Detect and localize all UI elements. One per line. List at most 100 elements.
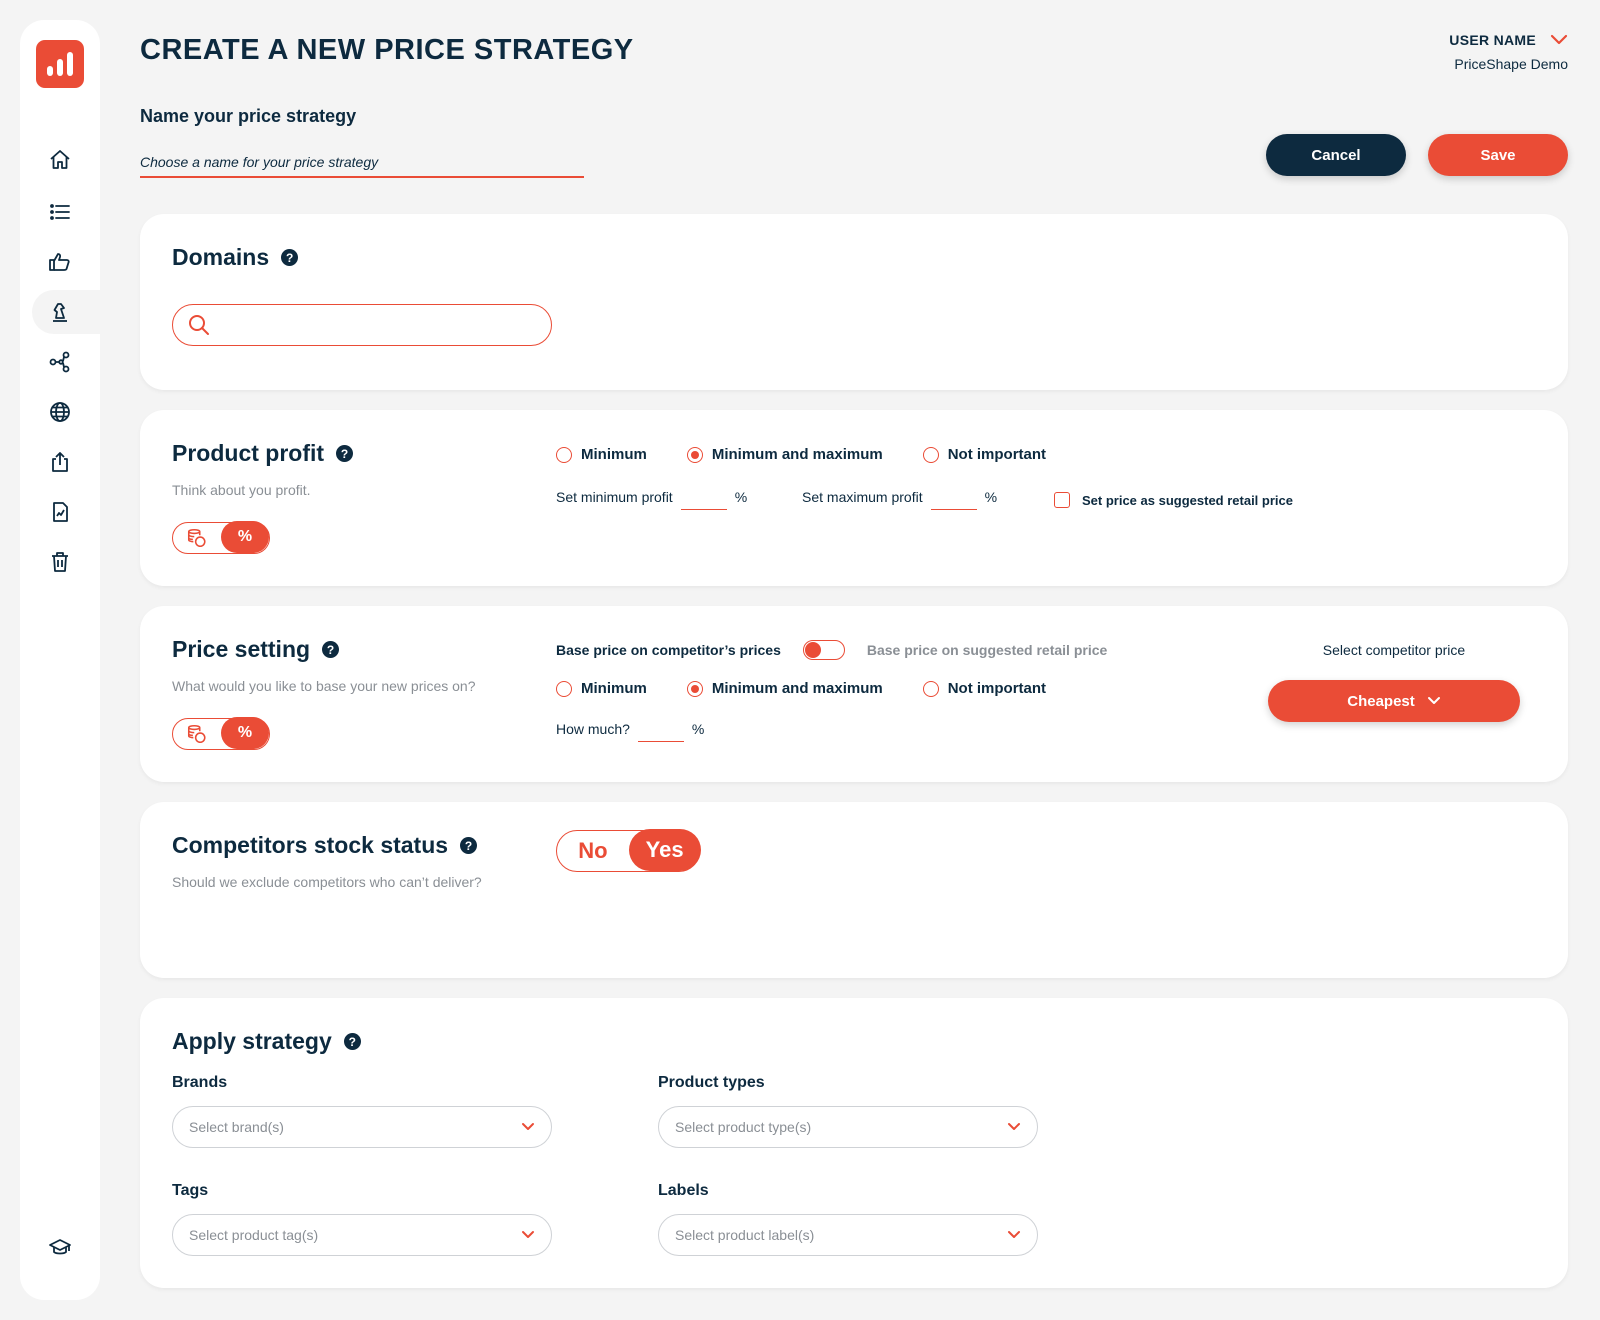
tags-select[interactable]: Select product tag(s) — [172, 1214, 552, 1256]
strategy-name-input[interactable] — [140, 148, 584, 178]
report-icon — [53, 502, 68, 522]
percent-unit[interactable]: % — [221, 717, 269, 750]
stock-subtitle: Should we exclude competitors who can’t … — [172, 874, 482, 890]
radio-not-important[interactable]: Not important — [922, 446, 1046, 463]
base-price-toggle[interactable] — [802, 640, 845, 660]
page-title: CREATE A NEW PRICE STRATEGY — [140, 34, 634, 66]
chevron-down-icon — [1427, 697, 1440, 704]
nav-home[interactable] — [32, 138, 88, 182]
user-company: PriceShape Demo — [1454, 56, 1568, 72]
nav-domains[interactable] — [32, 390, 88, 434]
list-icon — [50, 204, 70, 220]
strategy-name-label: Name your price strategy — [140, 106, 357, 126]
chevron-down-icon — [1008, 1123, 1020, 1130]
labels-label: Labels — [658, 1182, 709, 1199]
domains-card: Domains ? — [140, 214, 1568, 390]
radio-minimum-and-maximum[interactable]: Minimum and maximum — [686, 446, 883, 463]
product-types-label: Product types — [658, 1074, 765, 1091]
competitor-price-value: Cheapest — [1347, 692, 1415, 710]
brands-label: Brands — [172, 1074, 228, 1091]
price-setting-subtitle: What would you like to base your new pri… — [172, 678, 476, 694]
profit-options: Minimum Minimum and maximum Not importan… — [556, 446, 1046, 463]
help-icon[interactable]: ? — [336, 445, 354, 462]
chevron-down-icon — [522, 1231, 534, 1238]
product-types-placeholder: Select product type(s) — [675, 1119, 812, 1135]
labels-select[interactable]: Select product label(s) — [658, 1214, 1038, 1256]
nav-list[interactable] — [32, 190, 88, 234]
stock-no-option[interactable]: No — [557, 838, 629, 864]
min-profit-input[interactable] — [680, 484, 727, 510]
brands-placeholder: Select brand(s) — [189, 1119, 284, 1135]
how-much-field: How much? % — [556, 716, 704, 742]
user-name: USER NAME — [1449, 32, 1536, 48]
srp-checkbox-label: Set price as suggested retail price — [1082, 492, 1293, 508]
radio-minimum-and-maximum[interactable]: Minimum and maximum — [686, 680, 883, 697]
max-profit-field: Set maximum profit % — [802, 484, 997, 510]
min-profit-unit: % — [734, 489, 748, 505]
min-profit-field: Set minimum profit % — [556, 484, 747, 510]
share-nodes-icon — [49, 351, 70, 373]
nav-integrations[interactable] — [32, 340, 88, 384]
cancel-button[interactable]: Cancel — [1266, 134, 1406, 176]
competitor-price-label: Select competitor price — [1322, 642, 1466, 658]
chess-knight-icon — [53, 303, 67, 322]
chevron-down-icon[interactable] — [1550, 34, 1568, 46]
price-setting-card: Price setting ? What would you like to b… — [140, 606, 1568, 782]
domain-search-input[interactable] — [219, 317, 535, 333]
nav-trash[interactable] — [32, 540, 88, 584]
base-price-switch-row: Base price on competitor’s prices Base p… — [556, 640, 1107, 660]
srp-checkbox[interactable]: Set price as suggested retail price — [1054, 492, 1293, 508]
max-profit-input[interactable] — [930, 484, 977, 510]
coins-icon[interactable] — [186, 723, 208, 745]
chevron-down-icon — [522, 1123, 534, 1130]
export-icon — [52, 452, 68, 472]
competitor-price-dropdown[interactable]: Cheapest — [1268, 680, 1520, 722]
save-button[interactable]: Save — [1428, 134, 1568, 176]
apply-strategy-card: Apply strategy ? Brands Select brand(s) … — [140, 998, 1568, 1288]
product-profit-card: Product profit ? Think about you profit.… — [140, 410, 1568, 586]
stock-yes-no-toggle[interactable]: No Yes — [556, 829, 701, 872]
help-icon[interactable]: ? — [322, 641, 340, 658]
profit-title: Product profit — [172, 440, 325, 466]
nav-export[interactable] — [32, 440, 88, 484]
how-much-unit: % — [691, 721, 705, 737]
profit-unit-toggle[interactable]: % — [172, 521, 270, 554]
graduation-cap-icon — [49, 1239, 71, 1255]
chevron-down-icon — [1008, 1231, 1020, 1238]
brands-select[interactable]: Select brand(s) — [172, 1106, 552, 1148]
thumbs-up-icon — [49, 253, 70, 271]
radio-minimum[interactable]: Minimum — [556, 446, 647, 463]
radio-minimum[interactable]: Minimum — [556, 680, 647, 697]
checkbox-box[interactable] — [1054, 492, 1070, 508]
user-menu[interactable]: USER NAME PriceShape Demo — [1449, 32, 1568, 72]
labels-placeholder: Select product label(s) — [675, 1227, 815, 1243]
coins-icon[interactable] — [186, 527, 208, 549]
stock-yes-option[interactable]: Yes — [628, 829, 701, 872]
domain-search[interactable] — [172, 304, 552, 346]
trash-icon — [52, 552, 68, 572]
how-much-label: How much? — [556, 721, 630, 737]
percent-unit[interactable]: % — [221, 521, 269, 554]
tags-placeholder: Select product tag(s) — [189, 1227, 319, 1243]
product-types-select[interactable]: Select product type(s) — [658, 1106, 1038, 1148]
nav-reports[interactable] — [32, 490, 88, 534]
nav-recommendations[interactable] — [32, 240, 88, 284]
nav-academy[interactable] — [32, 1226, 88, 1270]
nav-strategies[interactable] — [32, 290, 100, 334]
home-icon — [50, 150, 70, 169]
radio-not-important[interactable]: Not important — [922, 680, 1046, 697]
domains-title: Domains — [172, 244, 270, 270]
price-options: Minimum Minimum and maximum Not importan… — [556, 680, 1046, 697]
price-setting-title: Price setting — [172, 636, 311, 662]
base-srp-label: Base price on suggested retail price — [866, 642, 1108, 658]
stock-title: Competitors stock status — [172, 832, 449, 858]
help-icon[interactable]: ? — [343, 1033, 361, 1050]
globe-icon — [50, 402, 70, 422]
sidebar — [20, 20, 100, 1300]
profit-subtitle: Think about you profit. — [172, 482, 311, 498]
price-unit-toggle[interactable]: % — [172, 717, 270, 750]
how-much-input[interactable] — [637, 716, 684, 742]
app-logo-icon[interactable] — [36, 40, 84, 88]
help-icon[interactable]: ? — [281, 249, 299, 266]
help-icon[interactable]: ? — [460, 837, 478, 854]
